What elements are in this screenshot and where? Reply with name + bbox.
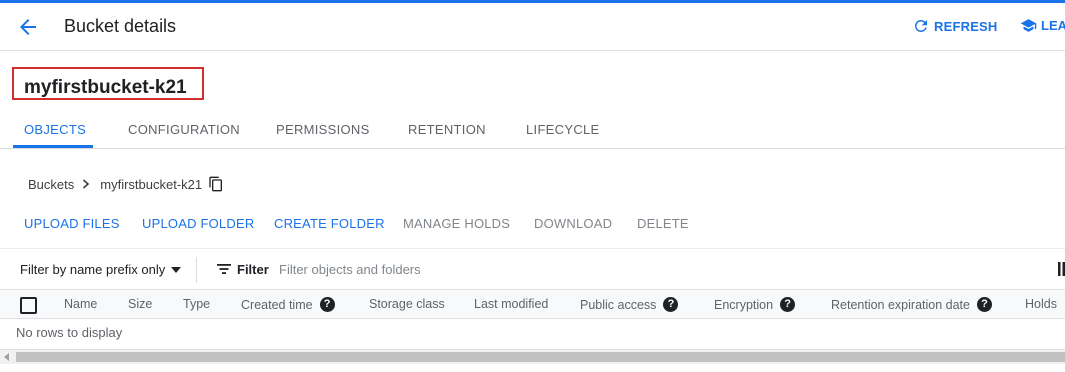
refresh-icon bbox=[914, 19, 927, 32]
tab-bar: OBJECTS CONFIGURATION PERMISSIONS RETENT… bbox=[0, 110, 1065, 149]
refresh-button[interactable]: REFRESH bbox=[912, 17, 998, 35]
delete-button[interactable]: DELETE bbox=[637, 216, 689, 231]
arrow-back-icon bbox=[20, 19, 36, 35]
bucket-name: myfirstbucket-k21 bbox=[24, 77, 187, 98]
filter-label: Filter bbox=[237, 262, 269, 277]
column-label: Public access bbox=[580, 297, 657, 312]
back-button[interactable] bbox=[14, 13, 42, 41]
column-header-storage-class[interactable]: Storage class bbox=[369, 297, 445, 311]
tab-lifecycle[interactable]: LIFECYCLE bbox=[526, 122, 600, 137]
tab-objects[interactable]: OBJECTS bbox=[24, 122, 86, 137]
help-icon[interactable]: ? bbox=[319, 297, 335, 312]
upload-files-button[interactable]: UPLOAD FILES bbox=[24, 216, 120, 231]
column-label: Type bbox=[183, 297, 211, 311]
table-header: Name Size Type Created time? Storage cla… bbox=[0, 289, 1065, 319]
column-label: Holds bbox=[1025, 297, 1057, 311]
select-all-checkbox[interactable] bbox=[20, 297, 37, 314]
page-header: Bucket details REFRESH LEA bbox=[0, 3, 1065, 51]
school-icon bbox=[1020, 19, 1037, 32]
learn-button[interactable]: LEA bbox=[1020, 17, 1065, 34]
column-header-last-modified[interactable]: Last modified bbox=[474, 297, 548, 311]
tab-permissions[interactable]: PERMISSIONS bbox=[276, 122, 370, 137]
column-header-name[interactable]: Name bbox=[64, 297, 97, 311]
column-header-holds[interactable]: Holds bbox=[1025, 297, 1057, 311]
column-label: Last modified bbox=[474, 297, 549, 311]
column-label: Encryption bbox=[714, 297, 774, 312]
column-header-public-access[interactable]: Public access? bbox=[580, 297, 679, 312]
filter-mode-label: Filter by name prefix only bbox=[20, 262, 166, 277]
download-button[interactable]: DOWNLOAD bbox=[534, 216, 612, 231]
column-label: Storage class bbox=[369, 297, 445, 311]
column-header-type[interactable]: Type bbox=[183, 297, 210, 311]
learn-label: LEA bbox=[1041, 18, 1065, 33]
filter-list-icon bbox=[217, 264, 231, 274]
horizontal-scrollbar[interactable] bbox=[0, 349, 1065, 364]
column-display-icon[interactable] bbox=[1058, 262, 1065, 276]
column-header-size[interactable]: Size bbox=[128, 297, 152, 311]
tab-retention[interactable]: RETENTION bbox=[408, 122, 486, 137]
chevron-right-icon bbox=[83, 179, 90, 189]
active-tab-indicator bbox=[13, 145, 93, 148]
filter-mode-dropdown[interactable]: Filter by name prefix only bbox=[20, 262, 182, 277]
help-icon[interactable]: ? bbox=[780, 297, 796, 312]
help-icon[interactable]: ? bbox=[976, 297, 992, 312]
column-label: Retention expiration date bbox=[831, 297, 970, 312]
column-label: Name bbox=[64, 297, 98, 311]
scroll-left-arrow-icon[interactable] bbox=[4, 353, 9, 361]
manage-holds-button[interactable]: MANAGE HOLDS bbox=[403, 216, 510, 231]
column-label: Size bbox=[128, 297, 153, 311]
filter-bar: Filter by name prefix only Filter bbox=[0, 248, 1065, 290]
help-icon[interactable]: ? bbox=[663, 297, 679, 312]
page-title: Bucket details bbox=[64, 16, 177, 36]
breadcrumb: Buckets myfirstbucket-k21 bbox=[28, 176, 224, 192]
filter-input[interactable] bbox=[279, 259, 1019, 279]
column-header-created-time[interactable]: Created time? bbox=[241, 297, 335, 312]
column-label: Created time bbox=[241, 297, 313, 312]
breadcrumb-buckets-link[interactable]: Buckets bbox=[28, 177, 74, 192]
empty-table-message: No rows to display bbox=[16, 325, 123, 340]
filter-divider bbox=[196, 257, 197, 283]
column-header-retention-expiration-date[interactable]: Retention expiration date? bbox=[831, 297, 992, 312]
dropdown-arrow-icon bbox=[171, 266, 182, 273]
create-folder-button[interactable]: CREATE FOLDER bbox=[274, 216, 385, 231]
copy-icon[interactable] bbox=[208, 176, 224, 192]
scrollbar-thumb[interactable] bbox=[16, 352, 1065, 362]
upload-folder-button[interactable]: UPLOAD FOLDER bbox=[142, 216, 254, 231]
refresh-label: REFRESH bbox=[934, 18, 998, 34]
tab-configuration[interactable]: CONFIGURATION bbox=[128, 122, 240, 137]
column-header-encryption[interactable]: Encryption? bbox=[714, 297, 796, 312]
breadcrumb-current: myfirstbucket-k21 bbox=[100, 176, 203, 192]
